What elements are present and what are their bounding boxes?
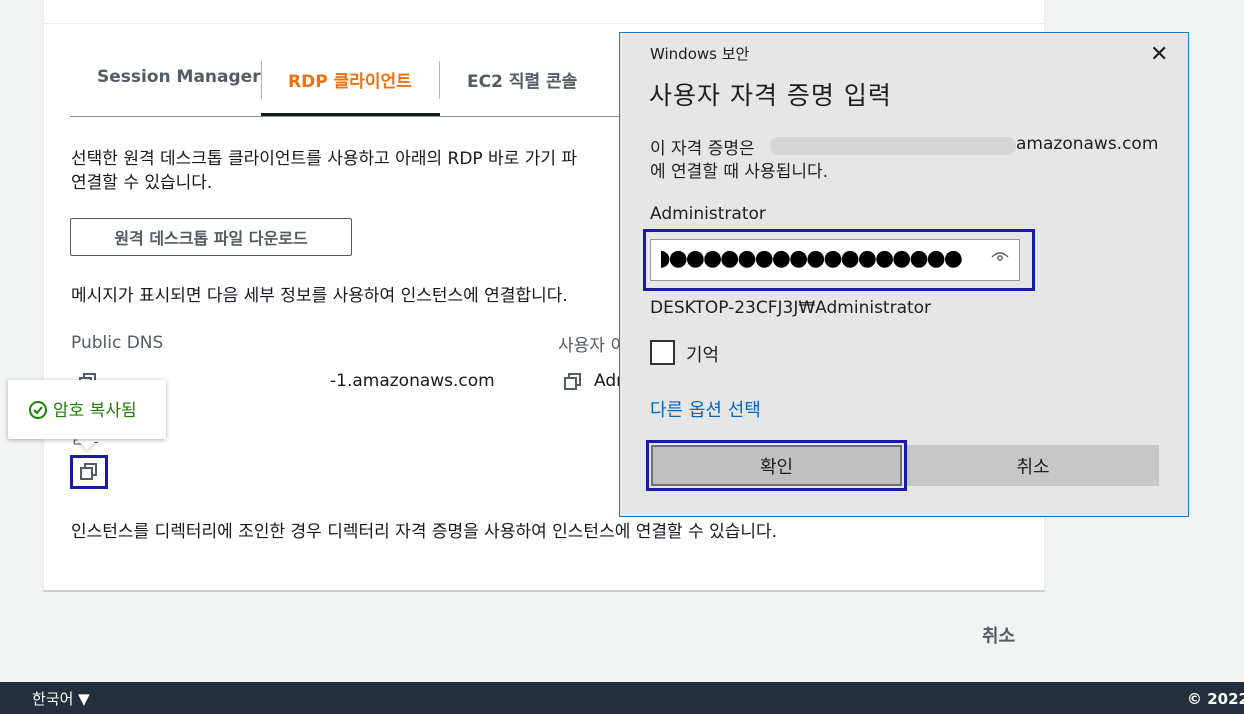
- redacted-host: [770, 137, 1016, 155]
- directory-note: 인스턴스를 디렉터리에 조인한 경우 디렉터리 자격 증명을 사용하여 인스턴스…: [71, 522, 778, 542]
- page-cancel-button[interactable]: 취소: [982, 622, 1015, 648]
- ok-button[interactable]: 확인: [651, 445, 902, 486]
- eye-icon[interactable]: [991, 249, 1009, 268]
- username-label: 사용자 이: [558, 336, 626, 356]
- tab-ec2-serial-console[interactable]: EC2 직렬 콘솔: [467, 59, 577, 116]
- tab-divider: [261, 61, 262, 99]
- language-selector[interactable]: 한국어 ▼: [32, 688, 90, 709]
- dialog-username: Administrator: [650, 204, 766, 224]
- copy-password-focus[interactable]: [70, 455, 108, 489]
- download-rdp-file-button[interactable]: 원격 데스크톱 파일 다운로드: [70, 218, 352, 256]
- dialog-desc-prefix: 이 자격 증명은: [650, 139, 755, 159]
- dialog-desc-suffix: amazonaws.com: [1016, 134, 1159, 154]
- intro-text-line2: 연결할 수 있습니다.: [71, 173, 213, 193]
- card-divider: [44, 23, 1044, 24]
- dialog-desc-line2: 에 연결할 때 사용됩니다.: [650, 162, 829, 182]
- cancel-button[interactable]: 취소: [907, 445, 1159, 486]
- remember-label: 기억: [686, 345, 720, 366]
- tab-divider: [439, 61, 440, 99]
- dialog-app-title: Windows 보안: [650, 45, 750, 63]
- copy-password-icon[interactable]: [80, 463, 98, 481]
- public-dns-value: -1.amazonaws.com: [330, 371, 495, 391]
- close-icon[interactable]: ✕: [1150, 42, 1168, 67]
- other-options-link[interactable]: 다른 옵션 선택: [650, 396, 761, 422]
- public-dns-label: Public DNS: [71, 333, 164, 353]
- intro-text-line1: 선택한 원격 데스크톱 클라이언트를 사용하고 아래의 RDP 바로 가기 파: [71, 149, 578, 169]
- connect-tabs: Session Manager RDP 클라이언트 EC2 직렬 콘솔: [70, 59, 630, 117]
- copyright-text: © 2022,: [1187, 690, 1244, 708]
- password-mask: ◗●●●●●●●●●●●●●●●●●: [659, 246, 963, 271]
- prompt-text: 메시지가 표시되면 다음 세부 정보를 사용하여 인스턴스에 연결합니다.: [71, 286, 568, 306]
- tooltip-text: 암호 복사됨: [53, 401, 137, 421]
- domain-user-text: DESKTOP-23CFJ3J₩Administrator: [650, 298, 932, 318]
- remember-checkbox[interactable]: [650, 340, 675, 365]
- footer: 한국어 ▼ © 2022,: [0, 682, 1244, 714]
- tab-session-manager[interactable]: Session Manager: [97, 59, 261, 116]
- active-tab-indicator: [261, 113, 440, 116]
- password-field[interactable]: ◗●●●●●●●●●●●●●●●●●: [650, 239, 1020, 281]
- copy-username-icon[interactable]: [564, 373, 582, 391]
- tab-rdp-client[interactable]: RDP 클라이언트: [288, 59, 412, 116]
- dialog-title: 사용자 자격 증명 입력: [649, 81, 892, 110]
- windows-security-dialog: Windows 보안 ✕ 사용자 자격 증명 입력 이 자격 증명은 amazo…: [619, 32, 1189, 517]
- check-circle-icon: [29, 401, 47, 419]
